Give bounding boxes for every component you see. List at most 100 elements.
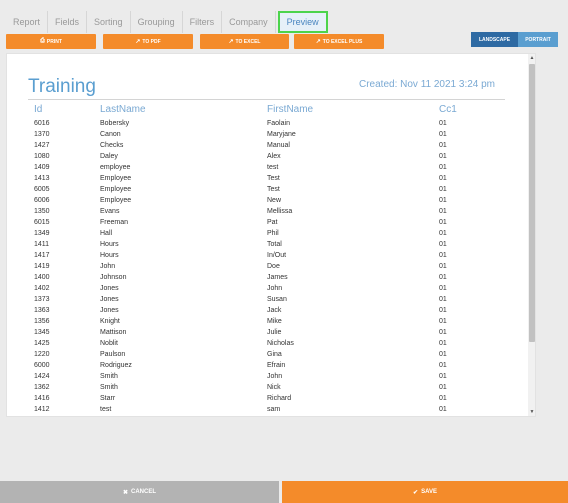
cell-id: 1362	[34, 384, 50, 391]
scroll-down-arrow-icon[interactable]: ▼	[528, 408, 535, 416]
save-label: SAVE	[421, 489, 437, 495]
cell-cc1: 01	[439, 164, 447, 171]
cell-cc1: 01	[439, 186, 447, 193]
cell-id: 1413	[34, 175, 50, 182]
tab-preview[interactable]: Preview	[277, 11, 328, 33]
table-row: 1425 Noblit Nicholas 01	[7, 339, 527, 350]
cell-cc1: 01	[439, 263, 447, 270]
cell-id: 1349	[34, 230, 50, 237]
cell-id: 6006	[34, 197, 50, 204]
print-label: PRINT	[46, 38, 62, 45]
cell-id: 1409	[34, 164, 50, 171]
cell-cc1: 01	[439, 395, 447, 402]
cell-cc1: 01	[439, 351, 447, 358]
column-header-id: Id	[34, 104, 43, 115]
cell-cc1: 01	[439, 241, 447, 248]
to-excel-plus-button[interactable]: ↗ TO EXCEL PLUS	[294, 34, 384, 49]
cell-firstname: John	[267, 285, 283, 292]
close-icon: ✖	[122, 489, 129, 496]
cell-cc1: 01	[439, 329, 447, 336]
table-row: 1345 Mattison Julie 01	[7, 328, 527, 339]
report-tabs: Report Fields Sorting Grouping Filters C…	[6, 11, 328, 33]
cell-lastname: John	[100, 263, 116, 270]
cell-firstname: test	[267, 164, 279, 171]
cell-lastname: Hall	[100, 230, 113, 237]
cell-lastname: Checks	[100, 142, 124, 149]
cell-firstname: Efrain	[267, 362, 286, 369]
cancel-button[interactable]: ✖ CANCEL	[0, 481, 279, 503]
cell-lastname: employee	[100, 164, 131, 171]
cell-cc1: 01	[439, 274, 447, 281]
table-row: 1409 employee test 01	[7, 163, 527, 174]
table-row: 1411 Hours Total 01	[7, 240, 527, 251]
cell-firstname: Mellissa	[267, 208, 293, 215]
report-title: Training	[28, 76, 96, 97]
cell-lastname: Johnson	[100, 274, 127, 281]
cell-lastname: Jones	[100, 285, 119, 292]
table-row: 1419 John Doe 01	[7, 262, 527, 273]
column-header-cc1: Cc1	[439, 104, 457, 115]
column-header-lastname: LastName	[100, 104, 146, 115]
cell-cc1: 01	[439, 175, 447, 182]
scroll-up-arrow-icon[interactable]: ▲	[528, 54, 535, 62]
cell-lastname: Daley	[100, 153, 118, 160]
cell-id: 1370	[34, 131, 50, 138]
tab-sorting[interactable]: Sorting	[87, 11, 131, 33]
to-excel-button[interactable]: ↗ TO EXCEL	[200, 34, 289, 49]
cell-id: 1411	[34, 241, 50, 248]
tab-report[interactable]: Report	[6, 11, 49, 33]
cell-cc1: 01	[439, 142, 447, 149]
external-link-icon: ↗	[228, 39, 234, 45]
tab-fields[interactable]: Fields	[48, 11, 88, 33]
cell-firstname: Pat	[267, 219, 278, 226]
table-row: 6006 Employee New 01	[7, 196, 527, 207]
cell-lastname: Freeman	[100, 219, 129, 226]
cell-id: 1419	[34, 263, 50, 270]
table-row: 6000 Rodriguez Efrain 01	[7, 361, 527, 372]
table-row: 1416 Starr Richard 01	[7, 394, 527, 405]
save-button[interactable]: ✔ SAVE	[282, 481, 568, 503]
tab-company[interactable]: Company	[222, 11, 276, 33]
to-excel-plus-label: TO EXCEL PLUS	[322, 38, 363, 45]
print-button[interactable]: ⎙ PRINT	[6, 34, 96, 49]
cell-lastname: Hours	[100, 241, 119, 248]
cell-firstname: sam	[267, 406, 281, 413]
cell-id: 1080	[34, 153, 50, 160]
cell-firstname: Jack	[267, 307, 282, 314]
scrollbar-thumb[interactable]	[529, 64, 535, 342]
cell-id: 1345	[34, 329, 50, 336]
vertical-scrollbar[interactable]: ▲ ▼	[528, 54, 535, 416]
cell-cc1: 01	[439, 208, 447, 215]
cell-lastname: Smith	[100, 373, 118, 380]
table-row: 1427 Checks Manual 01	[7, 141, 527, 152]
cell-lastname: Noblit	[100, 340, 118, 347]
cell-id: 6016	[34, 120, 50, 127]
cell-firstname: Test	[267, 186, 280, 193]
cell-firstname: Nicholas	[267, 340, 294, 347]
table-row: 1350 Evans Mellissa 01	[7, 207, 527, 218]
cell-id: 1373	[34, 296, 50, 303]
cell-lastname: Rodriguez	[100, 362, 132, 369]
to-pdf-button[interactable]: ↗ TO PDF	[103, 34, 193, 49]
portrait-button[interactable]: PORTRAIT	[518, 32, 558, 47]
cell-id: 1425	[34, 340, 50, 347]
print-icon: ⎙	[40, 38, 45, 44]
tab-grouping[interactable]: Grouping	[130, 11, 183, 33]
cell-firstname: In/Out	[267, 252, 287, 259]
cell-cc1: 01	[439, 153, 447, 160]
cell-cc1: 01	[439, 230, 447, 237]
table-row: 1220 Paulson Gina 01	[7, 350, 527, 361]
landscape-button[interactable]: LANDSCAPE	[471, 32, 518, 47]
table-row: 6016 Bobersky Faolain 01	[7, 119, 527, 130]
table-row: 1424 Smith John 01	[7, 372, 527, 383]
cell-cc1: 01	[439, 340, 447, 347]
tab-filters[interactable]: Filters	[182, 11, 223, 33]
report-divider	[28, 99, 505, 100]
table-row: 1370 Canon Maryjane 01	[7, 130, 527, 141]
table-row: 1373 Jones Susan 01	[7, 295, 527, 306]
table-row: 1417 Hours In/Out 01	[7, 251, 527, 262]
cell-lastname: Paulson	[100, 351, 126, 358]
table-row: 1402 Jones John 01	[7, 284, 527, 295]
cell-firstname: Faolain	[267, 120, 290, 127]
report-preview[interactable]: Training Created: Nov 11 2021 3:24 pm Id…	[6, 53, 536, 417]
